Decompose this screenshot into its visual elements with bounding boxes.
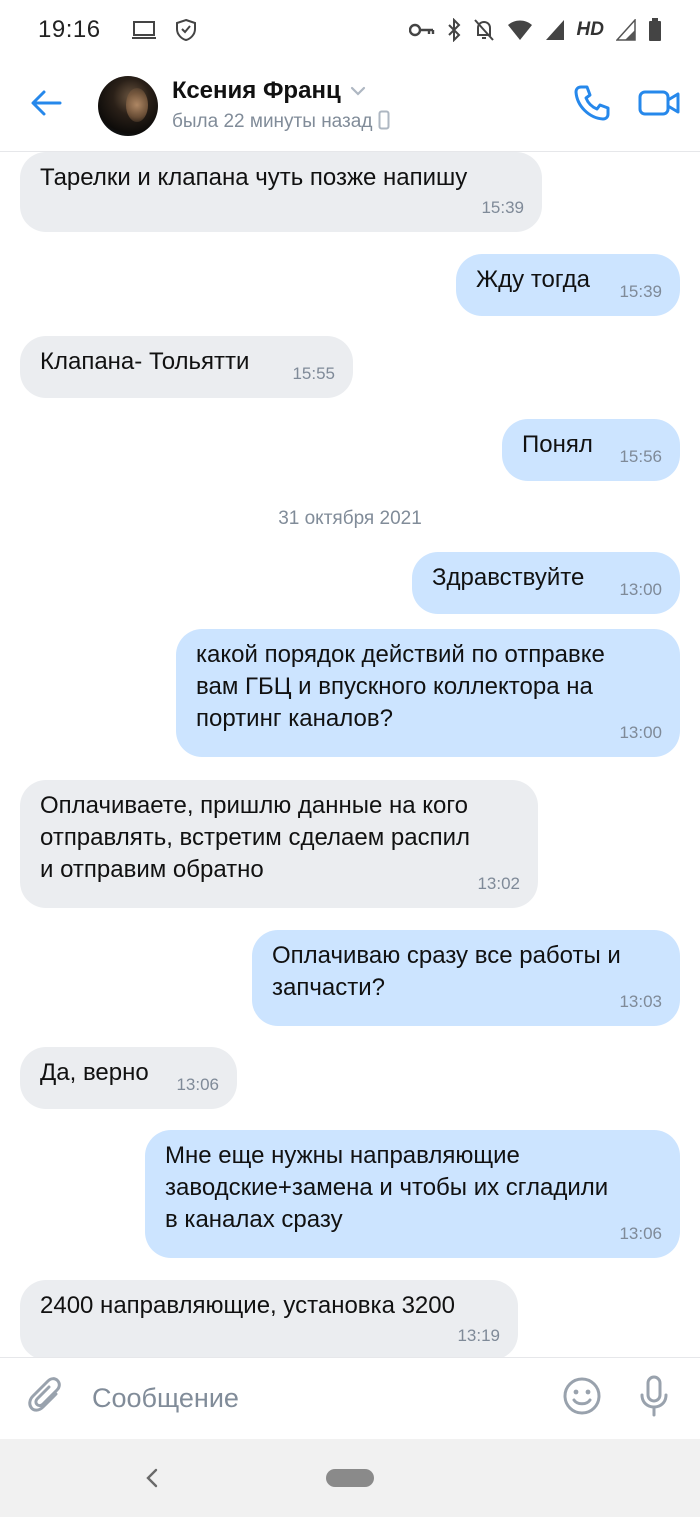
message-composer	[0, 1357, 700, 1439]
avatar[interactable]	[98, 75, 158, 136]
back-arrow-icon	[30, 89, 62, 122]
message-time: 13:00	[619, 580, 662, 599]
contact-name[interactable]: Ксения Франц	[172, 77, 341, 105]
message-time: 13:06	[176, 1075, 219, 1094]
video-call-button[interactable]	[638, 88, 680, 123]
laptop-icon	[131, 19, 157, 41]
paperclip-icon	[28, 1376, 64, 1421]
incoming-message[interactable]: Да, верно 13:06	[20, 1047, 237, 1109]
video-camera-icon	[638, 88, 680, 123]
signal-icon	[616, 19, 636, 41]
call-button[interactable]	[572, 83, 612, 128]
message-text: Жду тогда	[476, 266, 590, 293]
key-icon	[408, 22, 435, 38]
date-separator: 31 октября 2021	[278, 508, 422, 529]
status-bar: 19:16 HD	[0, 0, 700, 60]
message-time: 13:00	[619, 723, 662, 742]
message-text: Мне еще нужны направляющие заводские+зам…	[165, 1142, 609, 1233]
smiley-icon	[562, 1376, 602, 1421]
message-text: какой порядок действий по отправке вам Г…	[196, 641, 605, 732]
outgoing-message[interactable]: Понял 15:56	[502, 419, 680, 481]
nav-home-pill[interactable]	[326, 1469, 374, 1487]
message-text: 2400 направляющие, установка 3200	[40, 1292, 455, 1319]
outgoing-message[interactable]: Оплачиваю сразу все работы и запчасти? 1…	[252, 930, 680, 1026]
message-text: Тарелки и клапана чуть позже напишу	[40, 164, 468, 191]
outgoing-message[interactable]: Здравствуйте 13:00	[412, 552, 680, 614]
message-time: 15:39	[619, 282, 662, 301]
message-text: Здравствуйте	[432, 564, 585, 591]
signal-icon	[545, 19, 565, 41]
contact-name-row[interactable]: Ксения Франц	[172, 77, 390, 105]
message-list[interactable]: Тарелки и клапана чуть позже напишу 15:3…	[0, 152, 700, 1357]
battery-icon	[648, 18, 662, 42]
message-text: Да, верно	[40, 1059, 149, 1086]
microphone-icon	[638, 1375, 670, 1422]
incoming-message[interactable]: Оплачиваете, пришлю данные на кого отпра…	[20, 780, 538, 908]
outgoing-message[interactable]: Жду тогда 15:39	[456, 254, 680, 316]
hd-indicator: HD	[576, 19, 604, 40]
mute-icon	[473, 18, 495, 42]
message-text: Клапана- Тольятти	[40, 348, 250, 375]
composer-actions	[562, 1375, 700, 1422]
header-actions	[572, 83, 700, 128]
incoming-message[interactable]: Тарелки и клапана чуть позже напишу 15:3…	[20, 152, 542, 232]
status-left-icons	[131, 18, 197, 42]
incoming-message[interactable]: 2400 направляющие, установка 3200 13:19	[20, 1280, 518, 1357]
contact-status-row: была 22 минуты назад	[172, 110, 390, 135]
mobile-phone-icon	[378, 110, 390, 135]
incoming-message[interactable]: Клапана- Тольятти 15:55	[20, 336, 353, 398]
message-time: 13:02	[477, 874, 520, 893]
chat-header: Ксения Франц была 22 минуты назад	[0, 60, 700, 152]
message-text: Понял	[522, 431, 593, 458]
emoji-button[interactable]	[562, 1376, 602, 1421]
message-time: 13:03	[619, 992, 662, 1011]
phone-icon	[572, 83, 612, 128]
message-text: Оплачиваете, пришлю данные на кого отпра…	[40, 792, 470, 883]
back-button[interactable]	[0, 60, 92, 152]
status-right-icons: HD	[408, 18, 662, 42]
attach-button[interactable]	[0, 1358, 92, 1440]
message-time: 13:19	[457, 1326, 500, 1345]
system-nav-bar	[0, 1439, 700, 1517]
message-time: 15:39	[481, 198, 524, 217]
chevron-down-icon[interactable]	[349, 84, 367, 102]
message-time: 13:06	[619, 1224, 662, 1243]
status-time: 19:16	[38, 16, 101, 43]
message-text: Оплачиваю сразу все работы и запчасти?	[272, 942, 621, 1001]
wifi-icon	[507, 19, 533, 41]
shield-icon	[175, 18, 197, 42]
contact-title-block[interactable]: Ксения Франц была 22 минуты назад	[172, 77, 390, 135]
outgoing-message[interactable]: Мне еще нужны направляющие заводские+зам…	[145, 1130, 680, 1258]
contact-status: была 22 минуты назад	[172, 111, 373, 132]
voice-message-button[interactable]	[638, 1375, 670, 1422]
nav-back-button[interactable]	[140, 1463, 164, 1493]
message-time: 15:55	[292, 364, 335, 383]
bluetooth-icon	[447, 18, 461, 42]
message-input[interactable]	[92, 1383, 562, 1414]
message-time: 15:56	[619, 447, 662, 466]
outgoing-message[interactable]: какой порядок действий по отправке вам Г…	[176, 629, 680, 757]
